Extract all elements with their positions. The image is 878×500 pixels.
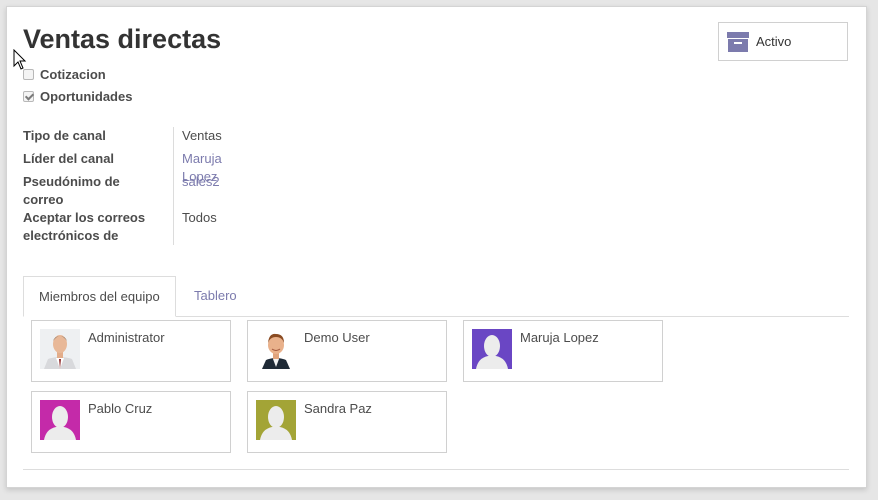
notebook-tabs: Miembros del equipo Tablero <box>23 276 849 317</box>
member-card[interactable]: Demo User <box>247 320 447 382</box>
section-divider <box>23 469 849 470</box>
checkbox-oportunidades-label: Oportunidades <box>40 88 133 104</box>
member-card[interactable]: Pablo Cruz <box>31 391 231 453</box>
aceptar-value: Todos <box>182 210 217 225</box>
alias-label-line1: Pseudónimo de <box>23 174 120 189</box>
fields-divider <box>173 127 174 245</box>
page-title: Ventas directas <box>23 24 222 54</box>
active-toggle-label: Activo <box>756 34 792 49</box>
archive-box-icon <box>727 31 749 52</box>
member-name: Demo User <box>304 330 370 345</box>
avatar <box>40 329 80 369</box>
tipo-canal-value: Ventas <box>182 128 222 143</box>
alias-value-link[interactable]: sales2 <box>182 173 220 191</box>
member-card[interactable]: Sandra Paz <box>247 391 447 453</box>
checkbox-oportunidades[interactable]: Oportunidades <box>23 86 132 106</box>
tab-miembros[interactable]: Miembros del equipo <box>23 276 176 317</box>
member-card[interactable]: Maruja Lopez <box>463 320 663 382</box>
aceptar-label-line1: Aceptar los correos <box>23 210 146 225</box>
member-name: Administrator <box>88 330 165 345</box>
member-card[interactable]: Administrator <box>31 320 231 382</box>
checkbox-oportunidades-box[interactable] <box>23 90 34 102</box>
lider-canal-label: Líder del canal <box>23 151 115 166</box>
aceptar-label-line2: electrónicos de <box>23 228 119 243</box>
member-name: Pablo Cruz <box>88 401 153 416</box>
checkbox-cotizacion-label: Cotizacion <box>40 66 106 82</box>
avatar <box>472 329 512 369</box>
form-sheet: Ventas directas Cotizacion Oportunidades… <box>6 6 867 488</box>
checkbox-cotizacion[interactable]: Cotizacion <box>23 64 106 84</box>
active-toggle-button[interactable]: Activo <box>718 22 848 61</box>
tab-tablero[interactable]: Tablero <box>179 276 252 316</box>
avatar <box>40 400 80 440</box>
member-name: Sandra Paz <box>304 401 372 416</box>
avatar <box>256 400 296 440</box>
checkbox-cotizacion-box[interactable] <box>23 68 34 80</box>
member-name: Maruja Lopez <box>520 330 599 345</box>
tipo-canal-label: Tipo de canal <box>23 128 106 143</box>
alias-label-line2: correo <box>23 192 64 207</box>
avatar <box>256 329 296 369</box>
